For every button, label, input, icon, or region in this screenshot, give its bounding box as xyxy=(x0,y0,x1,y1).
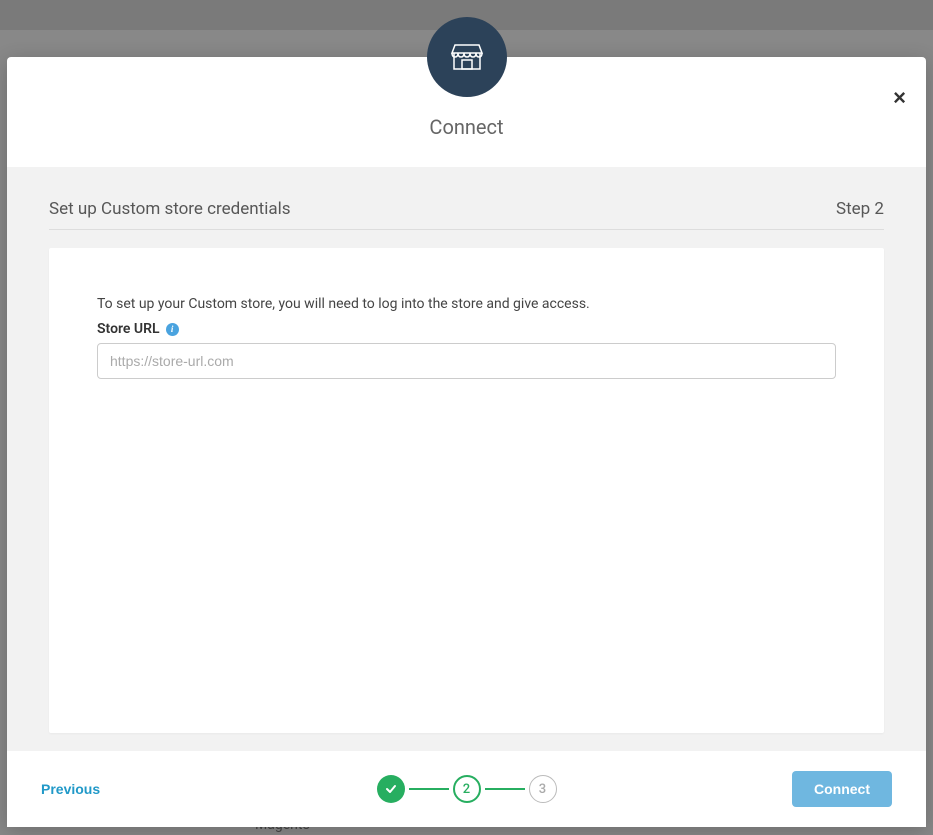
connect-modal: × Connect Set up Custom store credential… xyxy=(7,57,926,827)
step-3: 3 xyxy=(529,775,557,803)
modal-body: Set up Custom store credentials Step 2 T… xyxy=(7,167,926,751)
stepper: 2 3 xyxy=(377,775,557,803)
previous-button[interactable]: Previous xyxy=(41,781,100,797)
step-2: 2 xyxy=(453,775,481,803)
instruction-text: To set up your Custom store, you will ne… xyxy=(97,296,836,312)
store-url-label: Store URL i xyxy=(97,321,179,337)
store-url-input[interactable] xyxy=(97,343,836,379)
form-card: To set up your Custom store, you will ne… xyxy=(49,248,884,733)
info-icon[interactable]: i xyxy=(166,323,179,336)
check-icon xyxy=(385,783,397,795)
modal-footer: Previous 2 3 Connect xyxy=(7,751,926,827)
close-button[interactable]: × xyxy=(893,87,906,109)
close-icon: × xyxy=(893,85,906,110)
step-indicator: Step 2 xyxy=(836,199,884,219)
store-url-label-text: Store URL xyxy=(97,321,160,337)
step-line-2 xyxy=(485,788,525,790)
modal-title: Connect xyxy=(7,115,926,139)
section-heading: Set up Custom store credentials xyxy=(49,199,291,219)
connect-button[interactable]: Connect xyxy=(792,771,892,807)
step-1 xyxy=(377,775,405,803)
store-icon xyxy=(427,17,507,97)
section-header: Set up Custom store credentials Step 2 xyxy=(49,199,884,230)
step-line-1 xyxy=(409,788,449,790)
